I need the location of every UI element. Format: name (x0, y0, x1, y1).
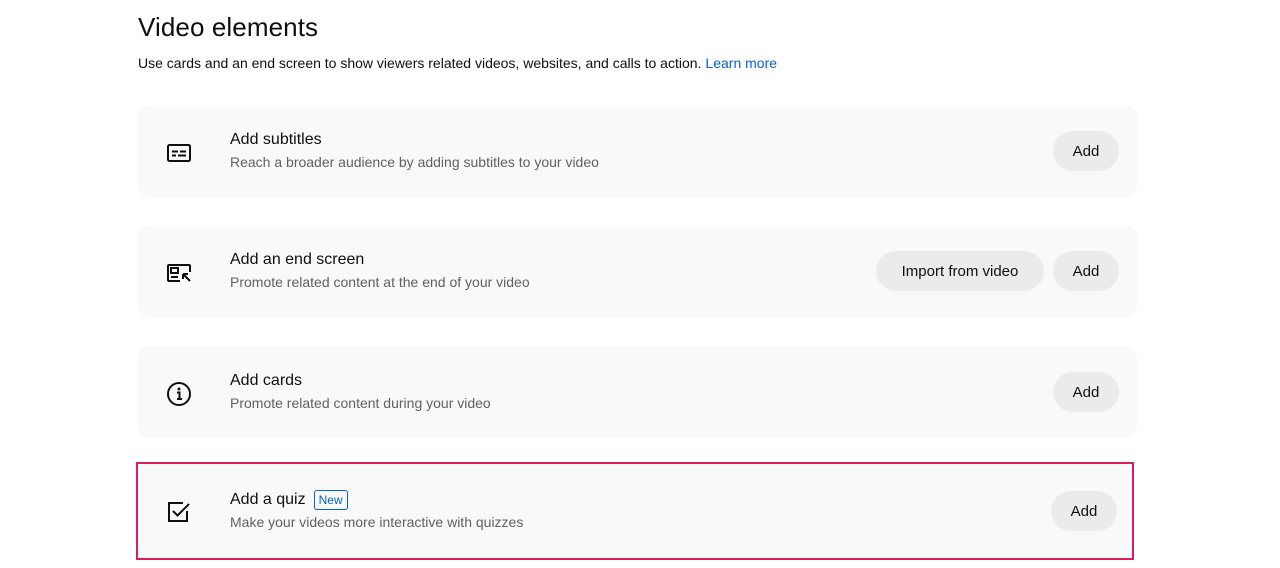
import-from-video-button[interactable]: Import from video (876, 251, 1044, 291)
add-quiz-button[interactable]: Add (1051, 491, 1117, 531)
subtitles-card: Add subtitles Reach a broader audience b… (137, 105, 1137, 197)
subtitles-text: Add subtitles Reach a broader audience b… (230, 130, 599, 170)
cards-card: Add cards Promote related content during… (137, 346, 1137, 438)
add-end-screen-button[interactable]: Add (1053, 251, 1119, 291)
subtitles-icon (165, 139, 193, 167)
cards-description: Promote related content during your vide… (230, 395, 491, 411)
section-title: Video elements (138, 12, 319, 42)
learn-more-link[interactable]: Learn more (705, 55, 777, 71)
add-cards-button[interactable]: Add (1053, 372, 1119, 412)
new-badge: New (313, 490, 348, 510)
cards-text: Add cards Promote related content during… (230, 371, 491, 411)
end-screen-card: Add an end screen Promote related conten… (137, 225, 1137, 317)
end-screen-icon (165, 259, 193, 287)
subtitles-description: Reach a broader audience by adding subti… (230, 154, 599, 170)
section-description: Use cards and an end screen to show view… (138, 55, 777, 71)
end-screen-text: Add an end screen Promote related conten… (230, 250, 530, 290)
cards-title: Add cards (230, 372, 303, 389)
quiz-title-row: Add a quiz New (230, 490, 523, 510)
end-screen-description: Promote related content at the end of yo… (230, 274, 530, 290)
quiz-description: Make your videos more interactive with q… (230, 514, 524, 530)
checkbox-icon (165, 498, 193, 526)
end-screen-title: Add an end screen (230, 251, 365, 268)
section-description-text: Use cards and an end screen to show view… (138, 55, 702, 71)
quiz-title: Add a quiz (230, 491, 306, 508)
subtitles-title: Add subtitles (230, 131, 322, 148)
quiz-card: Add a quiz New Make your videos more int… (136, 462, 1134, 560)
quiz-text: Add a quiz New Make your videos more int… (230, 490, 523, 530)
info-icon (165, 380, 193, 408)
add-subtitles-button[interactable]: Add (1053, 131, 1119, 171)
